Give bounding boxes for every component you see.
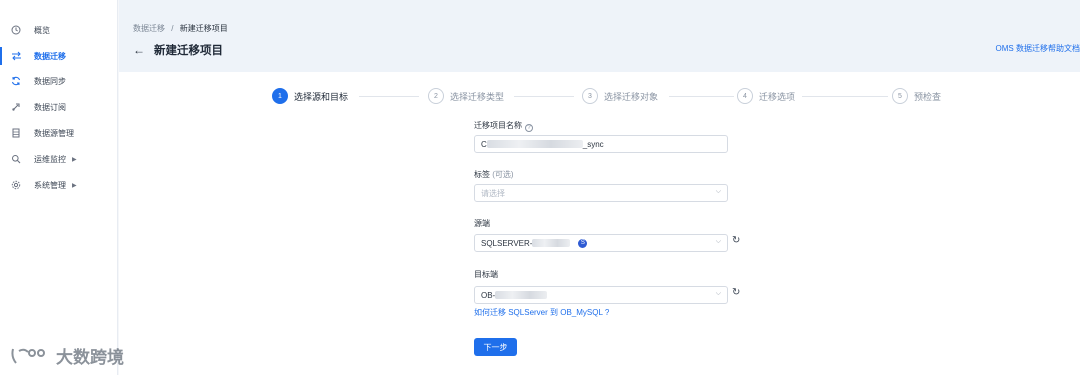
sidebar-item-system[interactable]: 系统管理 ▶ bbox=[0, 174, 118, 196]
sync-icon bbox=[10, 75, 22, 87]
help-circle-icon[interactable]: ? bbox=[525, 124, 533, 132]
step-number: 5 bbox=[892, 88, 908, 104]
breadcrumb-current: 新建迁移项目 bbox=[179, 24, 228, 33]
source-value: SQLSERVER- bbox=[481, 238, 533, 248]
database-icon bbox=[10, 127, 22, 139]
step-label: 选择源和目标 bbox=[294, 91, 349, 102]
sidebar-item-overview[interactable]: 概览 bbox=[0, 19, 118, 41]
watermark-text: 大数跨境 bbox=[56, 348, 124, 367]
sidebar-item-label: 系统管理 bbox=[34, 180, 66, 190]
step-number: 4 bbox=[737, 88, 753, 104]
step-label: 选择迁移对象 bbox=[604, 91, 659, 102]
sidebar-item-label: 运维监控 bbox=[34, 154, 66, 164]
step-connector bbox=[669, 96, 734, 97]
project-name-label-text: 迁移项目名称 bbox=[474, 121, 522, 130]
swap-icon bbox=[10, 50, 22, 62]
chevron-down-icon: ⌵ bbox=[715, 238, 721, 245]
sidebar-item-label: 数据源管理 bbox=[34, 128, 74, 138]
target-label: 目标端 bbox=[474, 270, 498, 279]
chevron-down-icon: ⌵ bbox=[715, 188, 721, 195]
breadcrumb: 数据迁移 / 新建迁移项目 bbox=[133, 23, 228, 34]
step-connector bbox=[514, 96, 574, 97]
step-4[interactable]: 4 迁移选项 bbox=[737, 88, 795, 104]
project-name-label: 迁移项目名称? bbox=[474, 120, 533, 132]
tag-optional-text: (可选) bbox=[492, 170, 514, 179]
source-label: 源端 bbox=[474, 219, 490, 228]
step-5[interactable]: 5 预检查 bbox=[892, 88, 941, 104]
help-doc-link[interactable]: OMS 数据迁移帮助文档 bbox=[996, 43, 1080, 54]
sidebar-item-label: 数据迁移 bbox=[34, 51, 66, 61]
step-connector bbox=[802, 96, 888, 97]
sidebar-item-monitor[interactable]: 运维监控 ▶ bbox=[0, 148, 118, 170]
page-title: 新建迁移项目 bbox=[154, 45, 223, 57]
sidebar-item-label: 数据订阅 bbox=[34, 102, 66, 112]
main-content: 1 选择源和目标 2 选择迁移类型 3 选择迁移对象 4 迁移选项 5 预检查 … bbox=[119, 72, 1080, 375]
step-number: 2 bbox=[428, 88, 444, 104]
source-select[interactable]: SQLSERVER- S ⌵ bbox=[474, 234, 728, 252]
sidebar-item-sync[interactable]: 数据同步 bbox=[0, 70, 118, 92]
target-value: OB- bbox=[481, 290, 496, 300]
breadcrumb-parent[interactable]: 数据迁移 bbox=[133, 24, 165, 33]
project-name-prefix: C bbox=[481, 139, 487, 149]
step-2[interactable]: 2 选择迁移类型 bbox=[428, 88, 504, 104]
step-number: 1 bbox=[272, 88, 288, 104]
page-header: 数据迁移 / 新建迁移项目 ← 新建迁移项目 OMS 数据迁移帮助文档 bbox=[119, 0, 1080, 72]
refresh-source-icon[interactable]: ↻ bbox=[732, 235, 740, 246]
monitor-icon bbox=[10, 153, 22, 165]
step-number: 3 bbox=[582, 88, 598, 104]
caret-right-icon: ▶ bbox=[72, 182, 77, 189]
step-1[interactable]: 1 选择源和目标 bbox=[272, 88, 348, 104]
caret-right-icon: ▶ bbox=[72, 156, 77, 163]
migration-help-link[interactable]: 如何迁移 SQLServer 到 OB_MySQL ? bbox=[474, 307, 609, 318]
next-step-button[interactable]: 下一步 bbox=[474, 338, 517, 356]
breadcrumb-separator: / bbox=[171, 24, 174, 33]
back-arrow-icon[interactable]: ← bbox=[133, 43, 145, 57]
step-label: 选择迁移类型 bbox=[450, 91, 505, 102]
step-label: 预检查 bbox=[914, 91, 942, 102]
chevron-down-icon: ⌵ bbox=[715, 290, 721, 297]
project-name-input[interactable]: C _sync bbox=[474, 135, 728, 153]
sqlserver-badge-icon: S bbox=[578, 238, 588, 248]
tag-label: 标签 (可选) bbox=[474, 169, 514, 180]
subscribe-icon bbox=[10, 101, 22, 113]
sidebar-item-datasource[interactable]: 数据源管理 bbox=[0, 122, 118, 144]
tag-label-text: 标签 bbox=[474, 170, 490, 179]
redacted-text bbox=[495, 291, 548, 299]
clock-icon bbox=[10, 24, 22, 36]
step-3[interactable]: 3 选择迁移对象 bbox=[582, 88, 658, 104]
project-name-suffix: _sync bbox=[582, 139, 604, 149]
step-label: 迁移选项 bbox=[759, 91, 796, 102]
tag-placeholder: 请选择 bbox=[481, 188, 505, 198]
title-row: ← 新建迁移项目 bbox=[133, 42, 223, 58]
target-select[interactable]: OB- ⌵ bbox=[474, 286, 728, 304]
sidebar-item-label: 概览 bbox=[34, 25, 50, 35]
watermark-logo-icon bbox=[11, 348, 45, 364]
redacted-text bbox=[532, 239, 571, 247]
redacted-text bbox=[486, 140, 583, 148]
refresh-target-icon[interactable]: ↻ bbox=[732, 287, 740, 298]
sidebar-item-label: 数据同步 bbox=[34, 76, 66, 86]
step-connector bbox=[359, 96, 419, 97]
tag-select[interactable]: 请选择 ⌵ bbox=[474, 184, 728, 202]
watermark: 大数跨境 bbox=[10, 343, 124, 368]
gear-icon bbox=[10, 179, 22, 191]
sidebar-item-migration[interactable]: 数据迁移 bbox=[0, 45, 118, 67]
sidebar-item-subscribe[interactable]: 数据订阅 bbox=[0, 96, 118, 118]
sidebar: 概览 数据迁移 数据同步 数据订阅 数据源管理 运维监控 ▶ 系统管理 ▶ bbox=[0, 0, 118, 375]
